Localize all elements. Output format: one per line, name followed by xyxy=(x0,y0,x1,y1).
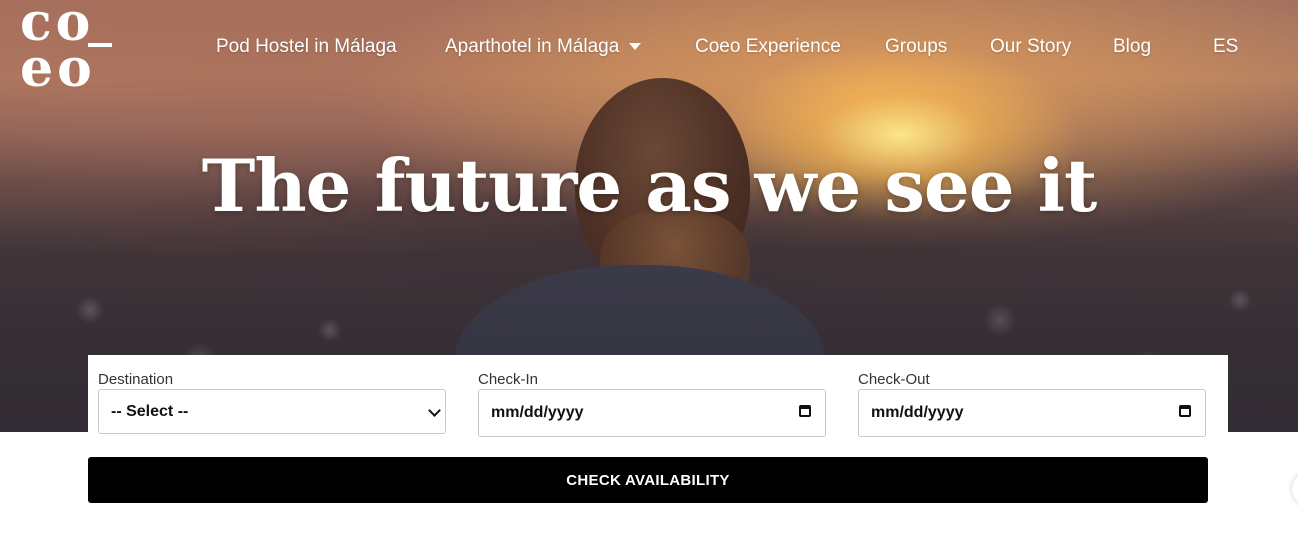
chevron-down-icon xyxy=(428,404,441,417)
checkin-label: Check-In xyxy=(478,371,539,388)
calendar-icon[interactable] xyxy=(799,405,811,417)
chat-widget-button[interactable] xyxy=(1292,472,1298,506)
checkout-value: mm/dd/yyyy xyxy=(871,404,964,421)
destination-value: -- Select -- xyxy=(111,402,189,420)
main-nav: Pod Hostel in Málaga Aparthotel in Málag… xyxy=(0,34,1298,62)
destination-label: Destination xyxy=(98,371,174,388)
calendar-icon[interactable] xyxy=(1179,405,1191,417)
nav-groups[interactable]: Groups xyxy=(885,34,947,60)
nav-aparthotel-label: Aparthotel in Málaga xyxy=(445,36,620,57)
destination-select[interactable]: -- Select -- xyxy=(98,389,446,434)
nav-coeo-experience[interactable]: Coeo Experience xyxy=(695,34,841,60)
checkin-date-input[interactable]: mm/dd/yyyy xyxy=(478,389,826,437)
caret-down-icon xyxy=(629,43,642,51)
checkout-label: Check-Out xyxy=(858,371,930,388)
nav-our-story[interactable]: Our Story xyxy=(990,34,1071,60)
hero-title: The future as we see it xyxy=(201,143,1097,228)
checkout-date-input[interactable]: mm/dd/yyyy xyxy=(858,389,1206,437)
nav-aparthotel[interactable]: Aparthotel in Málaga xyxy=(445,34,642,60)
checkin-value: mm/dd/yyyy xyxy=(491,404,584,421)
language-switch[interactable]: ES xyxy=(1213,34,1238,60)
nav-blog[interactable]: Blog xyxy=(1113,34,1151,60)
check-availability-button[interactable]: CHECK AVAILABILITY xyxy=(88,457,1208,503)
booking-form: Destination -- Select -- Check-In mm/dd/… xyxy=(88,355,1228,445)
nav-pod-hostel[interactable]: Pod Hostel in Málaga xyxy=(216,34,397,60)
